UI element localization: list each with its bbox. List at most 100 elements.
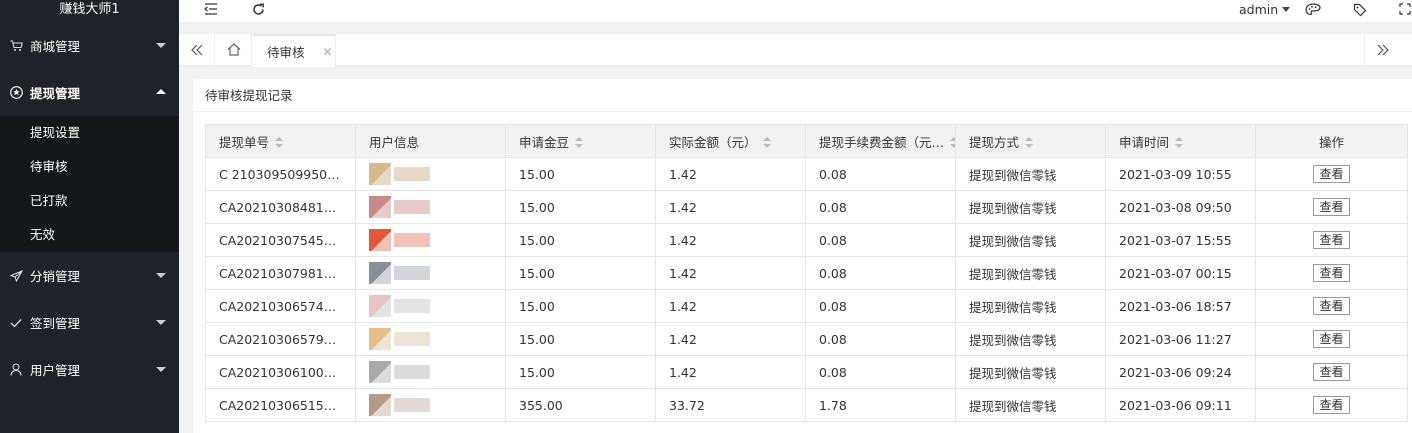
sort-icon[interactable] xyxy=(275,137,284,149)
theme-palette-icon[interactable] xyxy=(1305,3,1321,20)
view-button[interactable]: 查看 xyxy=(1313,396,1350,414)
table-row: CA20210306579748… 15.00 1.42 0.08 提现到微信零钱 202… xyxy=(205,322,1408,356)
sidebar-item-label: 商城管理 xyxy=(30,39,81,54)
view-button[interactable]: 查看 xyxy=(1313,297,1350,315)
table-header-row: 提现单号 用户信息 申请金豆 实际金额（元） 提现手续费金额（元… 提现方式 申… xyxy=(205,124,1408,158)
view-button[interactable]: 查看 xyxy=(1313,231,1350,249)
pending-withdraw-card: 待审核提现记录 提现单号 用户信息 申请金豆 实际金额（元） 提现手续费金额（元… xyxy=(193,79,1412,433)
user-name-blurred xyxy=(394,332,430,346)
fullscreen-icon[interactable] xyxy=(1399,3,1411,19)
close-icon[interactable]: ✕ xyxy=(323,45,333,59)
col-label: 申请时间 xyxy=(1119,134,1170,150)
check-icon xyxy=(9,316,23,330)
cell-time: 2021-03-08 09:50 xyxy=(1105,190,1256,224)
double-chevron-right-icon xyxy=(1377,41,1389,60)
tabs-scroll-left-button[interactable] xyxy=(179,34,215,66)
cell-user-info xyxy=(355,322,506,356)
sort-icon[interactable] xyxy=(762,137,771,149)
cell-user-info xyxy=(355,388,506,422)
card-title: 待审核提现记录 xyxy=(193,79,1412,112)
cell-actual-amount: 1.42 xyxy=(655,289,806,323)
cell-actions: 查看 xyxy=(1255,223,1408,257)
user-avatar xyxy=(369,295,391,317)
sidebar-item-distribution[interactable]: 分销管理 xyxy=(0,252,179,299)
cell-method: 提现到微信零钱 xyxy=(955,388,1106,422)
col-header-time[interactable]: 申请时间 xyxy=(1105,124,1256,158)
cell-user-info xyxy=(355,355,506,389)
tab-pending[interactable]: 待审核 ✕ xyxy=(253,34,336,67)
app-logo: 赚钱大师1 xyxy=(59,2,120,17)
star-circle-icon xyxy=(9,86,23,100)
sidebar-subitem-invalid[interactable]: 无效 xyxy=(0,218,179,252)
cell-beans: 355.00 xyxy=(505,388,656,422)
cell-actual-amount: 1.42 xyxy=(655,355,806,389)
cell-actions: 查看 xyxy=(1255,256,1408,290)
cell-beans: 15.00 xyxy=(505,157,656,191)
user-avatar xyxy=(369,394,391,416)
sidebar-subitem-pending[interactable]: 待审核 xyxy=(0,150,179,184)
cell-actions: 查看 xyxy=(1255,190,1408,224)
cell-order-no: CA20210306100505… xyxy=(205,355,356,389)
cart-icon xyxy=(9,39,23,53)
col-header-actual-amount[interactable]: 实际金额（元） xyxy=(655,124,806,158)
sort-icon[interactable] xyxy=(1175,137,1184,149)
sidebar-item-mall[interactable]: 商城管理 xyxy=(0,22,179,69)
cell-fee: 0.08 xyxy=(805,223,956,257)
cell-order-no: CA20210306579748… xyxy=(205,322,356,356)
sidebar-subitem-withdraw-settings[interactable]: 提现设置 xyxy=(0,116,179,150)
sidebar-item-label: 分销管理 xyxy=(30,269,81,284)
col-header-fee[interactable]: 提现手续费金额（元… xyxy=(805,124,956,158)
cell-time: 2021-03-06 11:27 xyxy=(1105,322,1256,356)
col-label: 实际金额（元） xyxy=(669,134,757,150)
view-button[interactable]: 查看 xyxy=(1313,198,1350,216)
view-button[interactable]: 查看 xyxy=(1313,165,1350,183)
cell-actions: 查看 xyxy=(1255,355,1408,389)
sidebar-item-checkin[interactable]: 签到管理 xyxy=(0,299,179,346)
sidebar-item-withdraw[interactable]: 提现管理 xyxy=(0,69,179,116)
tab-home[interactable] xyxy=(216,34,252,66)
cell-actual-amount: 1.42 xyxy=(655,223,806,257)
col-label: 提现单号 xyxy=(219,134,270,150)
sort-icon[interactable] xyxy=(1025,137,1034,149)
cell-time: 2021-03-06 09:24 xyxy=(1105,355,1256,389)
sidebar-subitem-paid[interactable]: 已打款 xyxy=(0,184,179,218)
refresh-icon[interactable] xyxy=(252,3,265,20)
cell-time: 2021-03-06 09:11 xyxy=(1105,388,1256,422)
user-avatar xyxy=(369,163,391,185)
tabs-bar: 待审核 ✕ xyxy=(179,33,1412,67)
col-header-method[interactable]: 提现方式 xyxy=(955,124,1106,158)
view-button[interactable]: 查看 xyxy=(1313,330,1350,348)
double-chevron-left-icon xyxy=(190,41,203,60)
user-name-blurred xyxy=(394,365,430,379)
admin-menu[interactable]: admin xyxy=(1239,2,1291,17)
view-button[interactable]: 查看 xyxy=(1313,264,1350,282)
withdraw-submenu: 提现设置 待审核 已打款 无效 xyxy=(0,116,179,252)
cell-beans: 15.00 xyxy=(505,355,656,389)
tabs-scroll-right-button[interactable] xyxy=(1364,34,1400,66)
tab-label: 待审核 xyxy=(267,45,305,60)
col-label: 用户信息 xyxy=(369,134,420,150)
sidebar-item-label: 提现管理 xyxy=(30,86,81,101)
cell-method: 提现到微信零钱 xyxy=(955,223,1106,257)
cell-fee: 0.08 xyxy=(805,157,956,191)
cell-order-no: CA20210306574998… xyxy=(205,289,356,323)
sidebar-item-users[interactable]: 用户管理 xyxy=(0,346,179,393)
col-header-beans[interactable]: 申请金豆 xyxy=(505,124,656,158)
cell-method: 提现到微信零钱 xyxy=(955,157,1106,191)
sort-icon[interactable] xyxy=(575,137,584,149)
sort-icon[interactable] xyxy=(950,137,955,149)
user-icon xyxy=(9,363,23,377)
tag-icon[interactable] xyxy=(1353,3,1367,21)
view-button[interactable]: 查看 xyxy=(1313,363,1350,381)
cell-beans: 15.00 xyxy=(505,223,656,257)
chevron-down-icon xyxy=(156,367,166,372)
cell-fee: 0.08 xyxy=(805,190,956,224)
cell-order-no: C 210309509950… xyxy=(205,157,356,191)
cell-actual-amount: 1.42 xyxy=(655,157,806,191)
cell-actions: 查看 xyxy=(1255,388,1408,422)
menu-fold-icon[interactable] xyxy=(204,3,218,19)
cell-actions: 查看 xyxy=(1255,157,1408,191)
user-avatar xyxy=(369,328,391,350)
col-header-order-no[interactable]: 提现单号 xyxy=(205,124,356,158)
user-avatar xyxy=(369,262,391,284)
